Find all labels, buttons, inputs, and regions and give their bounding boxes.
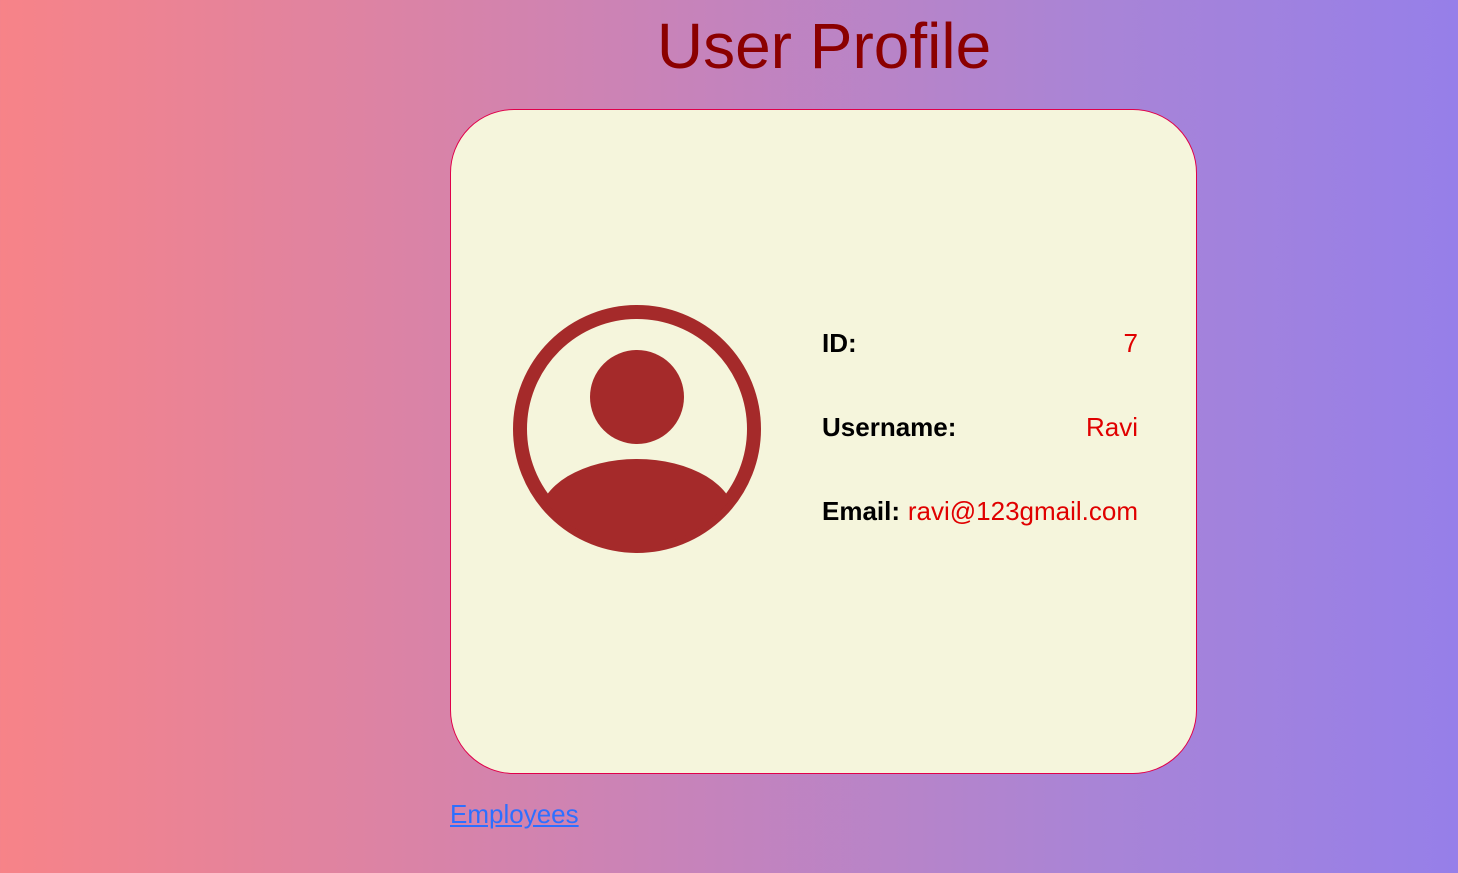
id-label: ID: (822, 328, 857, 358)
profile-details: ID: 7 Username: Ravi Email: ravi@123gmai… (822, 328, 1138, 580)
page-title: User Profile (656, 10, 992, 82)
username-row: Username: Ravi (822, 412, 1138, 442)
username-label: Username: (822, 412, 957, 442)
email-label: Email: (822, 496, 901, 526)
id-value: 7 (1123, 328, 1138, 358)
profile-card: ID: 7 Username: Ravi Email: ravi@123gmai… (450, 109, 1197, 774)
email-row: Email: ravi@123gmail.com (822, 496, 1138, 526)
id-row: ID: 7 (822, 328, 1138, 358)
employees-link[interactable]: Employees (450, 799, 579, 829)
user-circle-icon (511, 303, 763, 555)
username-value: Ravi (1085, 412, 1138, 442)
email-value: ravi@123gmail.com (907, 496, 1138, 526)
